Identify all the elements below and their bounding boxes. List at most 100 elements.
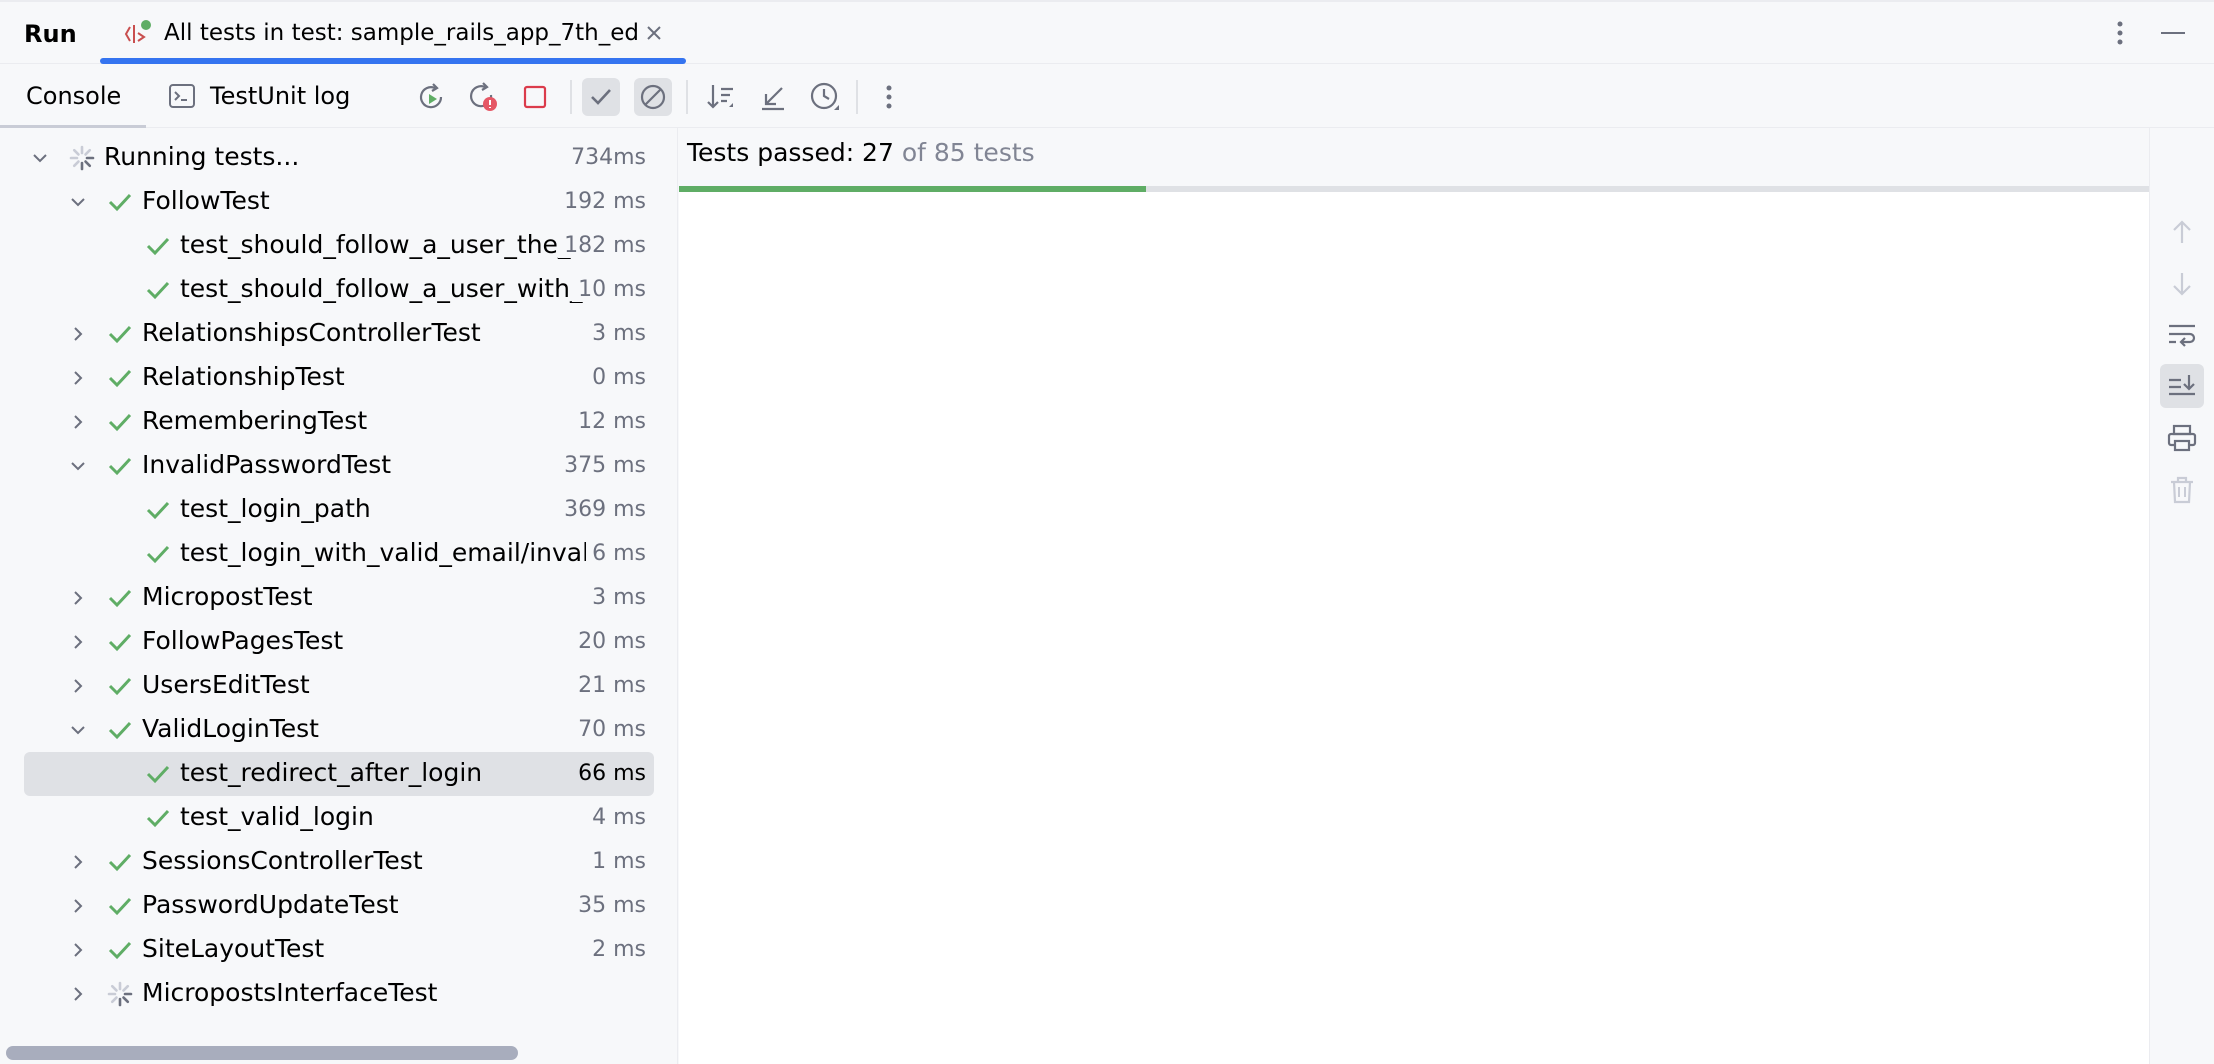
passed-check-icon [108, 677, 132, 696]
tree-suite-row[interactable]: MicropostTest 3 ms [0, 576, 677, 620]
show-passed-toggle[interactable] [582, 78, 620, 116]
tree-suite-row[interactable]: MicropostsInterfaceTest [0, 972, 677, 1016]
chevron-right-icon[interactable] [68, 896, 88, 916]
test-runner-toolbar: Console TestUnit log [0, 64, 2214, 129]
tree-root-row[interactable]: Running tests... 734ms [0, 136, 677, 180]
run-configuration-tab[interactable]: All tests in test: sample_rails_app_7th_… [100, 2, 686, 64]
tree-test-row[interactable]: test_should_follow_a_user_the_ 182 ms [0, 224, 677, 268]
tree-item-name: SessionsControllerTest [142, 846, 423, 875]
running-spinner-icon [69, 145, 95, 171]
tree-item-name: Running tests... [104, 142, 300, 171]
horizontal-scrollbar[interactable] [6, 1046, 518, 1060]
terminal-icon [169, 84, 195, 108]
rerun-failed-button[interactable] [464, 78, 502, 116]
tree-suite-row[interactable]: RememberingTest 12 ms [0, 400, 677, 444]
close-icon[interactable] [644, 23, 664, 43]
tree-item-name: RelationshipsControllerTest [142, 318, 481, 347]
tree-suite-row[interactable]: RelationshipsControllerTest 3 ms [0, 312, 677, 356]
chevron-right-icon[interactable] [68, 324, 88, 344]
chevron-right-icon[interactable] [68, 676, 88, 696]
chevron-right-icon[interactable] [68, 940, 88, 960]
more-icon [886, 85, 892, 109]
tests-total-text: of 85 tests [901, 138, 1035, 167]
soft-wrap-icon [2169, 324, 2196, 347]
tree-item-duration: 70 ms [572, 717, 646, 742]
chevron-right-icon[interactable] [68, 984, 88, 1004]
test-results-tree[interactable]: Running tests... 734ms FollowTest 192 ms tes… [0, 128, 678, 1064]
chevron-right-icon[interactable] [68, 588, 88, 608]
collapse-icon [762, 87, 784, 111]
passed-check-icon [108, 325, 132, 344]
console-side-toolbar [2149, 128, 2214, 1064]
tree-suite-row[interactable]: SiteLayoutTest 2 ms [0, 928, 677, 972]
tree-item-duration: 12 ms [572, 409, 646, 434]
tree-test-row[interactable]: test_login_with_valid_email/invalid 6 ms [0, 532, 677, 576]
clear-all-button[interactable] [2160, 468, 2204, 512]
tree-test-row[interactable]: test_should_follow_a_user_with_ 10 ms [0, 268, 677, 312]
tree-item-duration: 375 ms [558, 453, 646, 478]
tree-suite-row[interactable]: UsersEditTest 21 ms [0, 664, 677, 708]
tree-item-name: test_should_follow_a_user_with_ [180, 274, 583, 303]
collapse-all-button[interactable] [754, 78, 792, 116]
chevron-right-icon[interactable] [68, 412, 88, 432]
tree-item-duration: 21 ms [572, 673, 646, 698]
test-summary: Tests passed: 27 of 85 tests [687, 138, 1035, 167]
tree-item-name: ValidLoginTest [142, 714, 319, 743]
tree-item-name: test_redirect_after_login [180, 758, 483, 787]
tab-testunit-log-label: TestUnit log [210, 82, 351, 110]
print-button[interactable] [2160, 416, 2204, 460]
test-progress-fill [679, 186, 1146, 192]
minimize-icon[interactable] [2158, 18, 2188, 48]
toolbar-separator [856, 80, 858, 114]
chevron-down-icon[interactable] [30, 148, 50, 168]
tree-item-duration: 4 ms [586, 805, 646, 830]
chevron-right-icon[interactable] [68, 632, 88, 652]
passed-check-icon [108, 941, 132, 960]
passed-check-icon [108, 897, 132, 916]
chevron-right-icon[interactable] [68, 368, 88, 388]
more-vertical-icon[interactable] [2110, 18, 2130, 48]
tab-testunit-log[interactable]: TestUnit log [168, 64, 368, 128]
tab-console[interactable]: Console [0, 64, 146, 129]
tree-item-name: FollowPagesTest [142, 626, 344, 655]
tree-suite-row[interactable]: RelationshipTest 0 ms [0, 356, 677, 400]
chevron-down-icon[interactable] [68, 720, 88, 740]
tree-item-name: PasswordUpdateTest [142, 890, 399, 919]
tree-suite-row[interactable]: InvalidPasswordTest 375 ms [0, 444, 677, 488]
tree-item-duration: 3 ms [586, 585, 646, 610]
chevron-right-icon[interactable] [68, 852, 88, 872]
tree-item-name: MicropostTest [142, 582, 313, 611]
tree-test-row[interactable]: test_valid_login 4 ms [0, 796, 677, 840]
running-spinner-icon [107, 981, 133, 1007]
next-occurrence-button[interactable] [2160, 262, 2204, 306]
sort-button[interactable] [702, 78, 740, 116]
tree-suite-row[interactable]: PasswordUpdateTest 35 ms [0, 884, 677, 928]
tree-suite-row[interactable]: FollowTest 192 ms [0, 180, 677, 224]
history-button[interactable] [806, 78, 844, 116]
chevron-down-icon[interactable] [68, 192, 88, 212]
stop-button[interactable] [516, 78, 554, 116]
show-ignored-toggle[interactable] [634, 78, 672, 116]
toolbar-separator [570, 80, 572, 114]
tree-suite-row[interactable]: ValidLoginTest 70 ms [0, 708, 677, 752]
console-output[interactable]: Tests passed: 27 of 85 tests [679, 128, 2149, 1064]
more-options-button[interactable] [870, 78, 908, 116]
tree-test-row[interactable]: test_redirect_after_login 66 ms [0, 752, 677, 796]
rerun-failed-icon [470, 82, 497, 111]
previous-occurrence-button[interactable] [2160, 210, 2204, 254]
rerun-button[interactable] [412, 78, 450, 116]
arrow-down-icon [2173, 273, 2191, 296]
passed-check-icon [108, 633, 132, 652]
test-progress-bar [679, 186, 2149, 192]
soft-wrap-button[interactable] [2160, 312, 2204, 356]
scroll-to-end-toggle[interactable] [2160, 364, 2204, 408]
chevron-down-icon[interactable] [68, 456, 88, 476]
tree-suite-row[interactable]: SessionsControllerTest 1 ms [0, 840, 677, 884]
tree-item-duration: 369 ms [558, 497, 646, 522]
scroll-to-end-icon [2169, 375, 2195, 396]
passed-check-icon [108, 369, 132, 388]
tree-item-duration: 734ms [565, 145, 646, 170]
tree-suite-row[interactable]: FollowPagesTest 20 ms [0, 620, 677, 664]
tree-item-duration: 6 ms [586, 541, 646, 566]
tree-test-row[interactable]: test_login_path 369 ms [0, 488, 677, 532]
